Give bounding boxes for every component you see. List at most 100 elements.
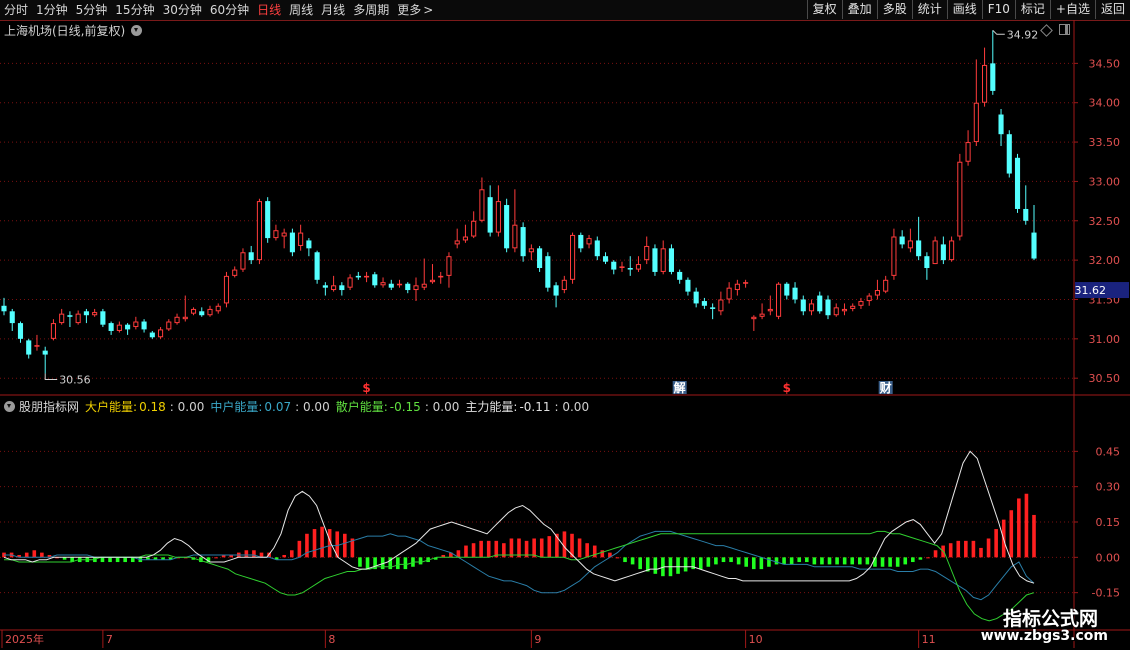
candle[interactable]	[759, 303, 765, 320]
candle[interactable]	[611, 260, 617, 275]
candle[interactable]	[355, 271, 361, 280]
candle[interactable]	[916, 216, 922, 261]
candle[interactable]	[1023, 185, 1029, 225]
candle[interactable]	[116, 321, 122, 333]
candle[interactable]	[883, 275, 889, 294]
candle[interactable]	[545, 252, 551, 292]
candle[interactable]	[800, 295, 806, 316]
candle[interactable]	[619, 261, 625, 272]
candle[interactable]	[668, 244, 674, 275]
candle[interactable]	[792, 282, 798, 304]
candle[interactable]	[660, 240, 666, 275]
candle[interactable]	[537, 245, 543, 272]
candle[interactable]	[199, 307, 205, 317]
event-marker[interactable]: $	[783, 381, 791, 395]
candle[interactable]	[232, 266, 238, 278]
candle[interactable]	[446, 252, 452, 288]
candle[interactable]	[479, 177, 485, 223]
candle[interactable]	[281, 228, 287, 249]
candle[interactable]	[874, 279, 880, 300]
candle[interactable]	[256, 198, 262, 265]
candle[interactable]	[635, 256, 642, 272]
candle[interactable]	[141, 319, 147, 333]
candle[interactable]	[907, 228, 913, 253]
candle[interactable]	[561, 275, 567, 294]
candle[interactable]	[932, 236, 938, 265]
event-marker[interactable]: 财	[879, 380, 892, 395]
candle[interactable]	[380, 277, 386, 288]
candle[interactable]	[248, 245, 254, 265]
candle[interactable]	[133, 316, 139, 330]
candle[interactable]	[850, 303, 856, 312]
candle[interactable]	[776, 282, 782, 320]
candle[interactable]	[817, 291, 823, 314]
candle[interactable]	[726, 282, 732, 304]
candle[interactable]	[701, 297, 707, 309]
candle[interactable]	[685, 277, 691, 296]
candle[interactable]	[388, 279, 394, 291]
candle[interactable]	[957, 153, 963, 241]
chevron-down-icon[interactable]	[4, 401, 15, 412]
candle[interactable]	[504, 198, 510, 253]
candle[interactable]	[240, 248, 246, 272]
candle[interactable]	[627, 256, 633, 276]
candle[interactable]	[767, 295, 773, 316]
candle[interactable]	[487, 185, 493, 237]
candle[interactable]	[734, 279, 740, 296]
candle[interactable]	[100, 308, 106, 328]
candle[interactable]	[331, 275, 337, 292]
candle[interactable]	[891, 228, 897, 280]
candle[interactable]	[207, 305, 213, 317]
candle[interactable]	[289, 228, 295, 257]
candle[interactable]	[471, 211, 477, 239]
candle[interactable]	[50, 319, 56, 341]
candle[interactable]	[438, 271, 444, 284]
candle[interactable]	[520, 222, 526, 262]
candle[interactable]	[158, 327, 164, 339]
event-marker[interactable]: 解	[674, 380, 686, 395]
candle[interactable]	[265, 197, 271, 243]
candle[interactable]	[396, 279, 403, 288]
candle[interactable]	[34, 334, 40, 351]
candle[interactable]	[108, 321, 114, 335]
candle[interactable]	[17, 321, 24, 343]
candle[interactable]	[1, 297, 7, 316]
candle[interactable]	[9, 308, 15, 331]
candle[interactable]	[677, 269, 683, 284]
candle[interactable]	[578, 232, 584, 253]
candle[interactable]	[149, 330, 155, 339]
candle[interactable]	[899, 230, 905, 249]
candle[interactable]	[413, 277, 419, 302]
candle[interactable]	[570, 232, 576, 284]
candle[interactable]	[858, 297, 864, 309]
candle[interactable]	[644, 236, 650, 265]
candle[interactable]	[866, 293, 872, 306]
candle[interactable]	[339, 282, 345, 296]
candle[interactable]	[949, 236, 955, 262]
candle[interactable]	[808, 299, 815, 316]
candle[interactable]	[594, 236, 600, 261]
candle[interactable]	[965, 130, 971, 166]
candle[interactable]	[825, 295, 831, 320]
candle[interactable]	[462, 224, 468, 243]
candle[interactable]	[784, 282, 790, 300]
candle[interactable]	[429, 264, 436, 284]
candle[interactable]	[405, 282, 411, 294]
candle[interactable]	[586, 234, 592, 249]
candle[interactable]	[83, 308, 89, 324]
candle[interactable]	[602, 252, 609, 265]
candle[interactable]	[347, 274, 353, 291]
candle[interactable]	[75, 310, 81, 325]
candle[interactable]	[751, 315, 757, 331]
candle[interactable]	[743, 279, 749, 288]
candle[interactable]	[306, 238, 312, 257]
candle[interactable]	[125, 323, 131, 335]
candle[interactable]	[26, 338, 32, 359]
candle[interactable]	[421, 258, 427, 291]
candle[interactable]	[495, 185, 501, 237]
candle[interactable]	[833, 303, 839, 317]
candle[interactable]	[92, 308, 98, 317]
candle[interactable]	[273, 224, 279, 241]
candle[interactable]	[652, 244, 658, 276]
candle[interactable]	[973, 59, 979, 146]
